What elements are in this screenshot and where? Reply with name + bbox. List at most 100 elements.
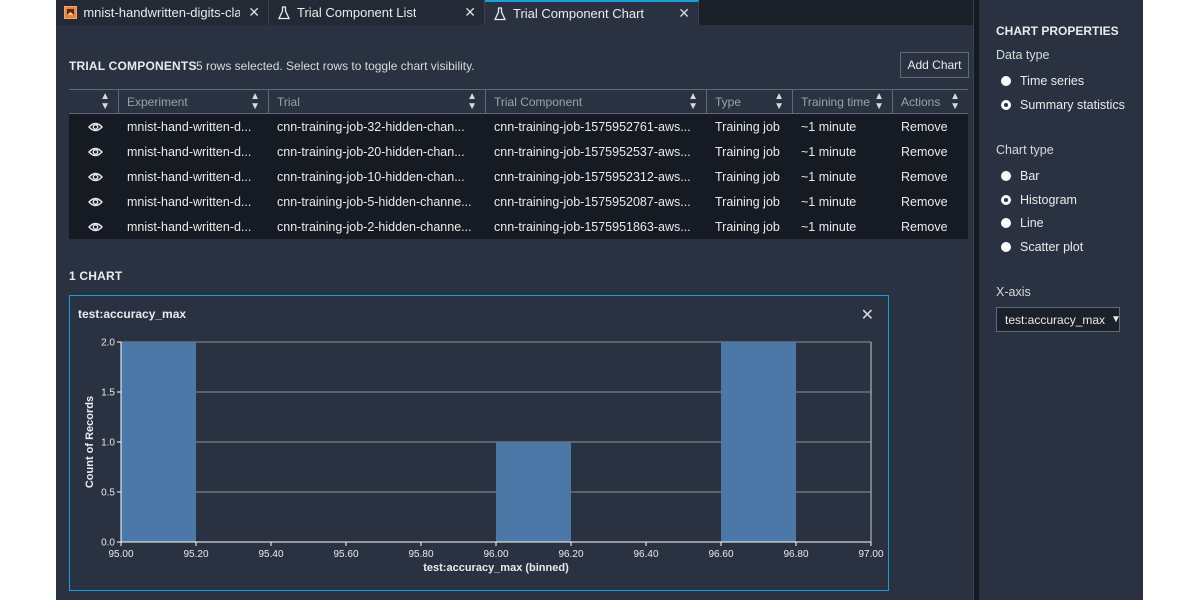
y-tick-label: 0.0 [101, 538, 115, 549]
table-row[interactable]: mnist-hand-written-d... cnn-training-job-… [69, 139, 968, 164]
tab-label: mnist-handwritten-digits-clas [83, 5, 241, 20]
app-window: mnist-handwritten-digits-clas ✕ Trial Co… [56, 0, 1143, 600]
remove-link[interactable]: Remove [893, 195, 968, 209]
radio-indicator [1001, 218, 1011, 228]
trial-components-table: ▲ ▼ Experiment ▲ ▼ Trial ▲ ▼ Trial Component ▲… [69, 89, 968, 239]
cell-experiment: mnist-hand-written-d... [127, 219, 252, 234]
radio-indicator [1001, 195, 1011, 205]
x-tick-label: 97.00 [858, 549, 883, 560]
cell-experiment: mnist-hand-written-d... [127, 194, 252, 209]
tab-trial-component-list[interactable]: Trial Component List ✕ [269, 0, 485, 25]
radio-indicator [1001, 171, 1011, 181]
sort-icon[interactable]: ▲ ▼ [950, 91, 960, 112]
chart-properties-heading: CHART PROPERTIES [996, 24, 1119, 38]
cell-type: Training job [715, 194, 780, 209]
radio-histogram[interactable]: Histogram [1001, 193, 1077, 207]
close-icon[interactable]: ✕ [456, 4, 476, 21]
column-header-visibility[interactable]: ▲ ▼ [69, 90, 119, 113]
column-header-training-time[interactable]: Training time ▲ ▼ [793, 90, 893, 113]
charts-heading: 1 CHART [69, 269, 123, 283]
table-row[interactable]: mnist-hand-written-d... cnn-training-job-… [69, 114, 968, 139]
column-header-type[interactable]: Type ▲ ▼ [707, 90, 793, 113]
table-header: ▲ ▼ Experiment ▲ ▼ Trial ▲ ▼ Trial Component ▲… [69, 89, 968, 114]
sort-icon[interactable]: ▲ ▼ [250, 91, 260, 112]
tab-notebook[interactable]: mnist-handwritten-digits-clas ✕ [56, 0, 269, 25]
remove-link[interactable]: Remove [893, 145, 968, 159]
remove-link[interactable]: Remove [893, 220, 968, 234]
x-tick-label: 96.00 [483, 549, 508, 560]
flask-icon [493, 6, 507, 21]
table-body: mnist-hand-written-d... cnn-training-job-… [69, 114, 968, 239]
table-row[interactable]: mnist-hand-written-d... cnn-training-job-… [69, 164, 968, 189]
tab-label: Trial Component Chart [513, 6, 645, 21]
cell-experiment: mnist-hand-written-d... [127, 144, 252, 159]
column-header-actions[interactable]: Actions ▲ ▼ [893, 90, 968, 113]
data-type-label: Data type [996, 48, 1050, 62]
add-chart-button[interactable]: Add Chart [900, 52, 969, 78]
x-axis-select[interactable]: test:accuracy_max ▼ [996, 307, 1121, 332]
visibility-eye-icon[interactable] [69, 197, 119, 207]
visibility-eye-icon[interactable] [69, 122, 119, 132]
radio-bar[interactable]: Bar [1001, 169, 1039, 183]
table-row[interactable]: mnist-hand-written-d... cnn-training-job-… [69, 214, 968, 239]
cell-trial-component: cnn-training-job-1575952087-aws... [494, 194, 691, 209]
sort-icon[interactable]: ▲ ▼ [874, 91, 884, 112]
radio-time-series[interactable]: Time series [1001, 74, 1084, 88]
close-icon[interactable]: ✕ [670, 5, 690, 22]
sort-icon[interactable]: ▲ ▼ [100, 91, 110, 112]
x-tick-label: 96.80 [783, 549, 808, 560]
cell-training-time: ~1 minute [801, 194, 857, 209]
chart-type-label: Chart type [996, 143, 1054, 157]
cell-trial: cnn-training-job-5-hidden-channe... [277, 194, 472, 209]
cell-training-time: ~1 minute [801, 144, 857, 159]
cell-trial-component: cnn-training-job-1575952761-aws... [494, 119, 691, 134]
tab-bar: mnist-handwritten-digits-clas ✕ Trial Co… [56, 0, 978, 25]
x-tick-label: 95.80 [408, 549, 433, 560]
visibility-eye-icon[interactable] [69, 147, 119, 157]
x-tick-label: 96.60 [708, 549, 733, 560]
cell-type: Training job [715, 119, 780, 134]
sort-icon[interactable]: ▲ ▼ [774, 91, 784, 112]
cell-type: Training job [715, 219, 780, 234]
histogram-chart: 0.0 0.5 1.0 1.5 2.0 95.00 95.20 95.40 95.60 95.80… [84, 338, 884, 575]
cell-trial: cnn-training-job-2-hidden-channe... [277, 219, 472, 234]
cell-type: Training job [715, 144, 780, 159]
column-header-trial[interactable]: Trial ▲ ▼ [269, 90, 486, 113]
remove-link[interactable]: Remove [893, 170, 968, 184]
y-tick-label: 2.0 [101, 338, 115, 349]
sort-icon[interactable]: ▲ ▼ [467, 91, 477, 112]
remove-link[interactable]: Remove [893, 120, 968, 134]
x-tick-label: 96.20 [558, 549, 583, 560]
chart-card[interactable]: test:accuracy_max ✕ 0.0 0.5 1.0 1.5 2.0 95.00… [69, 295, 889, 591]
cell-trial: cnn-training-job-10-hidden-chan... [277, 169, 465, 184]
cell-experiment: mnist-hand-written-d... [127, 169, 252, 184]
radio-scatter-plot[interactable]: Scatter plot [1001, 240, 1083, 254]
cell-type: Training job [715, 169, 780, 184]
histogram-bar [496, 442, 571, 542]
cell-training-time: ~1 minute [801, 219, 857, 234]
cell-experiment: mnist-hand-written-d... [127, 119, 252, 134]
x-tick-label: 95.00 [108, 549, 133, 560]
tab-trial-component-chart[interactable]: Trial Component Chart ✕ [485, 0, 699, 25]
column-header-experiment[interactable]: Experiment ▲ ▼ [119, 90, 269, 113]
x-tick-label: 96.40 [633, 549, 658, 560]
radio-line[interactable]: Line [1001, 216, 1044, 230]
selection-status: 5 rows selected. Select rows to toggle c… [196, 59, 475, 73]
cell-training-time: ~1 minute [801, 119, 857, 134]
table-row[interactable]: mnist-hand-written-d... cnn-training-job-… [69, 189, 968, 214]
notebook-icon [64, 6, 78, 20]
visibility-eye-icon[interactable] [69, 222, 119, 232]
column-header-trial-component[interactable]: Trial Component ▲ ▼ [486, 90, 707, 113]
cell-trial: cnn-training-job-20-hidden-chan... [277, 144, 465, 159]
visibility-eye-icon[interactable] [69, 172, 119, 182]
radio-indicator [1001, 242, 1011, 252]
cell-training-time: ~1 minute [801, 169, 857, 184]
histogram-bar [721, 342, 796, 542]
radio-summary-statistics[interactable]: Summary statistics [1001, 98, 1125, 112]
trial-components-heading: TRIAL COMPONENTS [69, 59, 197, 73]
sort-icon[interactable]: ▲ ▼ [688, 91, 698, 112]
close-icon[interactable]: ✕ [240, 4, 260, 21]
radio-indicator [1001, 100, 1011, 110]
tab-label: Trial Component List [297, 5, 417, 20]
radio-indicator [1001, 76, 1011, 86]
